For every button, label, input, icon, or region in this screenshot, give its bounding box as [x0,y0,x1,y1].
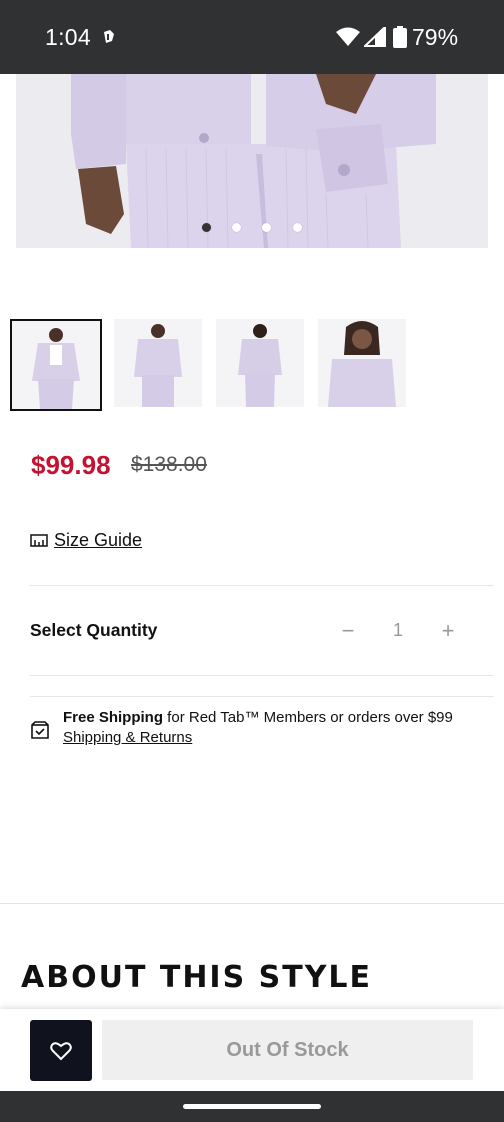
shipping-box-icon [31,721,49,739]
carousel-dot[interactable] [262,223,271,232]
section-divider [0,903,504,904]
out-of-stock-button[interactable]: Out Of Stock [102,1020,473,1080]
status-bar: 1:04 79% [0,0,504,74]
shipping-bold: Free Shipping [63,709,164,726]
heart-icon [50,1041,72,1060]
carousel-dot[interactable] [202,223,211,232]
divider [30,585,494,586]
carousel-dot[interactable] [293,223,302,232]
status-time: 1:04 [45,24,91,50]
sale-price: $99.98 [31,450,111,480]
size-guide-label: Size Guide [54,529,143,550]
thumbnail-strip [10,319,410,411]
thumbnail-image [114,319,202,407]
thumbnail-image [216,319,304,407]
quantity-increase-button[interactable]: + [437,618,459,646]
vpn-key-icon [104,30,114,43]
action-bar: Out Of Stock [0,1009,504,1091]
carousel-dots [16,222,488,234]
quantity-decrease-button[interactable]: − [338,618,358,646]
product-image-carousel[interactable] [16,74,488,248]
size-guide-link[interactable]: Size Guide [30,529,142,551]
wifi-icon [336,27,360,46]
shipping-returns-link[interactable]: Shipping & Returns [63,729,192,746]
thumbnail-4[interactable] [318,319,410,411]
shipping-text: for Red Tab™ Members or orders over $99 [163,709,453,726]
battery-icon [393,26,407,48]
signal-icon [364,27,386,47]
divider [30,696,494,697]
divider [30,675,494,676]
wishlist-button[interactable] [30,1020,92,1081]
thumbnail-image [12,321,100,409]
about-heading: ABOUT THIS STYLE [21,960,373,995]
thumbnail-3[interactable] [216,319,308,411]
carousel-dot[interactable] [232,223,241,232]
ruler-icon [30,534,48,547]
quantity-value: 1 [392,620,403,640]
navigation-bar [0,1091,504,1122]
quantity-label: Select Quantity [30,620,158,640]
home-gesture-handle[interactable] [183,1104,321,1109]
thumbnail-1[interactable] [10,319,102,411]
battery-percent: 79% [412,24,459,50]
shipping-info: Free Shipping for Red Tab™ Members or or… [63,709,453,726]
thumbnail-image [318,319,406,407]
thumbnail-2[interactable] [114,319,206,411]
original-price: $138.00 [131,453,207,476]
